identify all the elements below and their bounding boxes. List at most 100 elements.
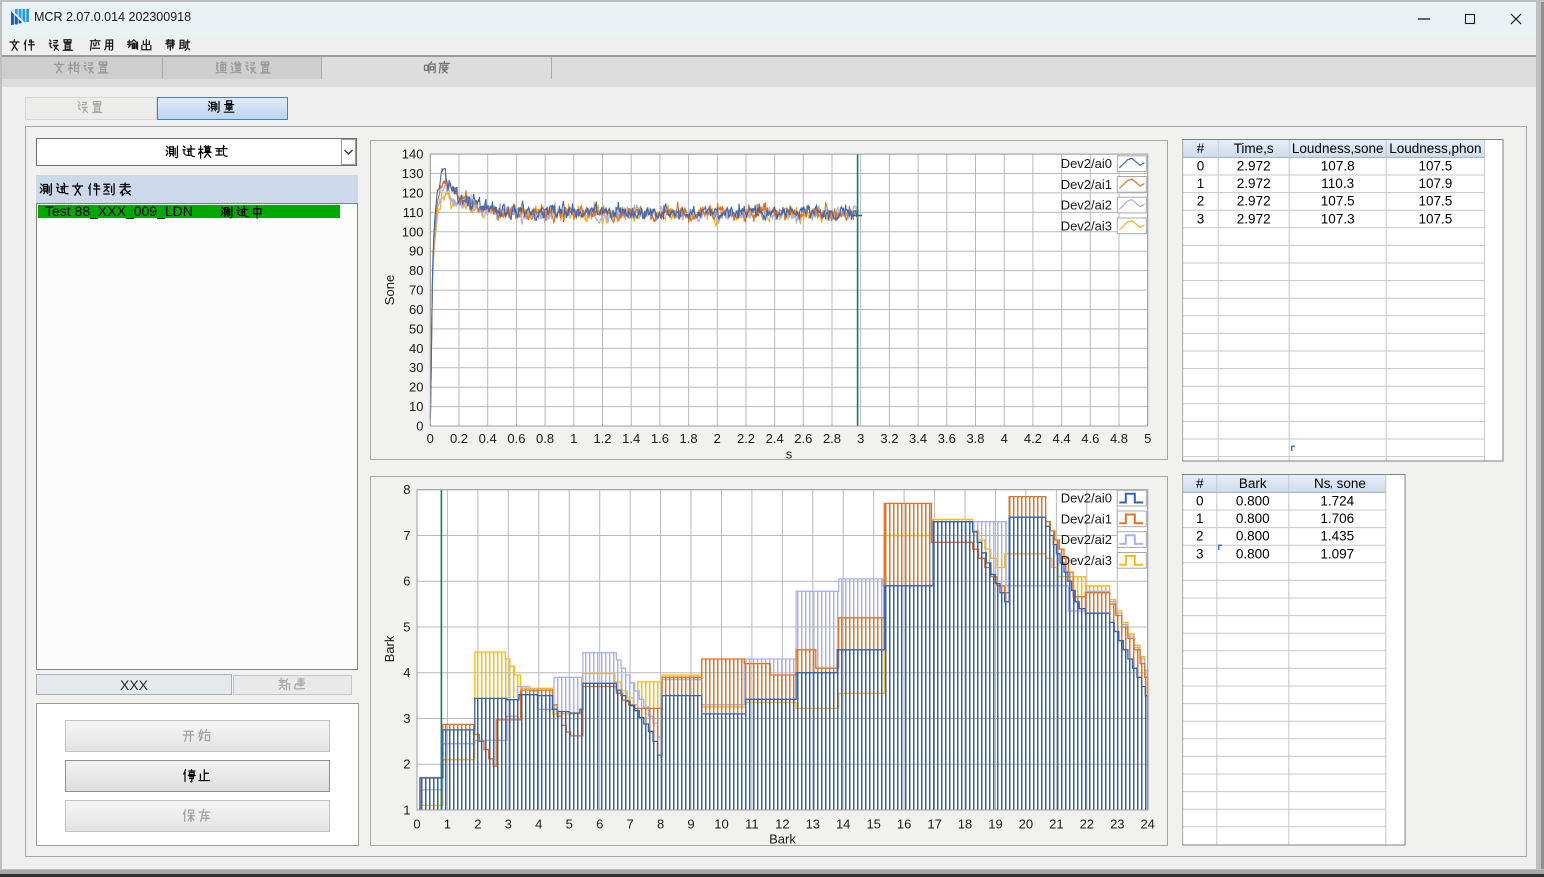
svg-text:2.972: 2.972 bbox=[1237, 194, 1271, 209]
svg-text:2.972: 2.972 bbox=[1237, 176, 1271, 191]
svg-text:8: 8 bbox=[403, 482, 410, 497]
svg-text:0.6: 0.6 bbox=[507, 431, 525, 446]
svg-text:0: 0 bbox=[413, 816, 420, 831]
svg-text:18: 18 bbox=[957, 816, 971, 831]
svg-text:16: 16 bbox=[896, 816, 910, 831]
svg-text:110.3: 110.3 bbox=[1321, 176, 1354, 191]
svg-text:23: 23 bbox=[1110, 816, 1124, 831]
svg-text:1.435: 1.435 bbox=[1320, 529, 1354, 544]
svg-text:6: 6 bbox=[403, 573, 410, 588]
svg-text:1.8: 1.8 bbox=[679, 431, 697, 446]
svg-text:Bark: Bark bbox=[382, 635, 397, 662]
svg-text:130: 130 bbox=[401, 166, 423, 181]
svg-text:0.800: 0.800 bbox=[1236, 546, 1270, 561]
svg-text:4.4: 4.4 bbox=[1052, 431, 1070, 446]
svg-text:3.2: 3.2 bbox=[880, 431, 898, 446]
svg-text:19: 19 bbox=[988, 816, 1002, 831]
svg-text:60: 60 bbox=[409, 302, 423, 317]
svg-text:#: # bbox=[1197, 141, 1205, 156]
svg-text:Ns: Ns bbox=[1314, 476, 1331, 491]
svg-text:2: 2 bbox=[474, 816, 481, 831]
svg-text:7: 7 bbox=[403, 528, 410, 543]
svg-text:Dev2/ai2: Dev2/ai2 bbox=[1060, 532, 1111, 547]
svg-text:0: 0 bbox=[416, 418, 423, 433]
svg-text:107.5: 107.5 bbox=[1419, 211, 1453, 226]
svg-text:13: 13 bbox=[805, 816, 819, 831]
svg-text:2.4: 2.4 bbox=[765, 431, 783, 446]
svg-text:20: 20 bbox=[409, 379, 423, 394]
svg-text:0: 0 bbox=[426, 431, 433, 446]
svg-text:5: 5 bbox=[403, 619, 410, 634]
svg-text:1: 1 bbox=[1197, 176, 1205, 191]
svg-text:1: 1 bbox=[1196, 511, 1204, 526]
svg-text:6: 6 bbox=[596, 816, 603, 831]
svg-text:21: 21 bbox=[1049, 816, 1063, 831]
svg-text:Dev2/ai0: Dev2/ai0 bbox=[1060, 490, 1111, 505]
svg-text:4: 4 bbox=[535, 816, 542, 831]
svg-text:30: 30 bbox=[409, 360, 423, 375]
svg-text:Bark: Bark bbox=[769, 831, 796, 846]
svg-text:0: 0 bbox=[1197, 159, 1205, 174]
svg-text:120: 120 bbox=[401, 185, 423, 200]
svg-text:0.800: 0.800 bbox=[1236, 511, 1270, 526]
svg-text:0.4: 0.4 bbox=[478, 431, 496, 446]
svg-text:4.2: 4.2 bbox=[1023, 431, 1041, 446]
svg-text:4.8: 4.8 bbox=[1109, 431, 1127, 446]
svg-text:Dev2/ai2: Dev2/ai2 bbox=[1060, 197, 1111, 212]
svg-text:107.9: 107.9 bbox=[1419, 176, 1453, 191]
svg-text:0.800: 0.800 bbox=[1236, 494, 1270, 509]
svg-text:3: 3 bbox=[1196, 546, 1204, 561]
svg-text:Loudness,phon: Loudness,phon bbox=[1389, 141, 1481, 156]
svg-text:Time,s: Time,s bbox=[1234, 141, 1274, 156]
svg-text:8: 8 bbox=[656, 816, 663, 831]
svg-text:7: 7 bbox=[626, 816, 633, 831]
svg-text:1: 1 bbox=[403, 802, 410, 817]
svg-text:10: 10 bbox=[714, 816, 728, 831]
svg-text:0.800: 0.800 bbox=[1236, 529, 1270, 544]
svg-text:#: # bbox=[1196, 476, 1204, 491]
svg-text:Dev2/ai3: Dev2/ai3 bbox=[1060, 552, 1111, 567]
svg-text:22: 22 bbox=[1079, 816, 1093, 831]
svg-text:sone: sone bbox=[1337, 476, 1366, 491]
svg-text:107.5: 107.5 bbox=[1321, 194, 1355, 209]
svg-text:2.2: 2.2 bbox=[736, 431, 754, 446]
svg-text:70: 70 bbox=[409, 282, 423, 297]
svg-text:100: 100 bbox=[401, 224, 423, 239]
svg-text:107.5: 107.5 bbox=[1419, 194, 1453, 209]
svg-text:11: 11 bbox=[745, 816, 759, 831]
svg-text:107.5: 107.5 bbox=[1419, 159, 1453, 174]
svg-text:2.972: 2.972 bbox=[1237, 211, 1271, 226]
svg-text:Dev2/ai1: Dev2/ai1 bbox=[1060, 511, 1111, 526]
svg-text:s: s bbox=[785, 446, 792, 460]
svg-text:1.2: 1.2 bbox=[593, 431, 611, 446]
svg-text:1.706: 1.706 bbox=[1320, 511, 1354, 526]
svg-text:,: , bbox=[1330, 476, 1333, 490]
svg-text:90: 90 bbox=[409, 243, 423, 258]
svg-text:24: 24 bbox=[1140, 816, 1154, 831]
svg-text:2: 2 bbox=[1196, 529, 1204, 544]
svg-text:17: 17 bbox=[927, 816, 941, 831]
svg-text:3: 3 bbox=[403, 711, 410, 726]
svg-text:Dev2/ai3: Dev2/ai3 bbox=[1060, 218, 1111, 233]
svg-text:1: 1 bbox=[443, 816, 450, 831]
svg-text:2.6: 2.6 bbox=[794, 431, 812, 446]
svg-text:40: 40 bbox=[409, 340, 423, 355]
svg-text:3.4: 3.4 bbox=[909, 431, 927, 446]
svg-text:3.6: 3.6 bbox=[937, 431, 955, 446]
svg-text:3: 3 bbox=[504, 816, 511, 831]
svg-text:80: 80 bbox=[409, 263, 423, 278]
svg-text:2: 2 bbox=[403, 756, 410, 771]
svg-text:15: 15 bbox=[866, 816, 880, 831]
svg-text:20: 20 bbox=[1018, 816, 1032, 831]
svg-text:110: 110 bbox=[402, 204, 423, 219]
svg-text:2.972: 2.972 bbox=[1237, 159, 1271, 174]
svg-text:Dev2/ai1: Dev2/ai1 bbox=[1060, 176, 1111, 191]
svg-text:1: 1 bbox=[570, 431, 577, 446]
svg-text:14: 14 bbox=[835, 816, 849, 831]
svg-text:107.8: 107.8 bbox=[1321, 159, 1355, 174]
svg-text:5: 5 bbox=[565, 816, 572, 831]
svg-text:1.097: 1.097 bbox=[1320, 546, 1354, 561]
svg-text:4: 4 bbox=[403, 665, 410, 680]
svg-text:Dev2/ai0: Dev2/ai0 bbox=[1060, 156, 1111, 171]
svg-text:5: 5 bbox=[1144, 431, 1151, 446]
